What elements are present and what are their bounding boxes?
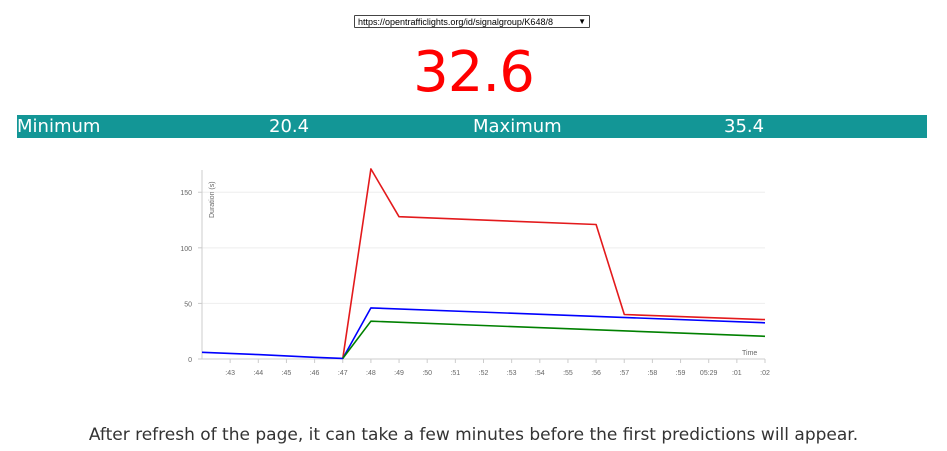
- minmax-bar: Minimum 20.4 Maximum 35.4: [17, 115, 927, 138]
- x-axis-label: Time: [742, 350, 757, 357]
- x-tick-label: :58: [648, 370, 658, 377]
- chevron-down-icon: ▼: [578, 17, 586, 26]
- x-tick-label: :49: [394, 370, 404, 377]
- signal-group-select-value: https://opentrafficlights.org/id/signalg…: [358, 16, 553, 27]
- x-tick-label: :48: [366, 370, 376, 377]
- x-tick-label: :01: [732, 370, 742, 377]
- x-tick-label: :43: [225, 370, 235, 377]
- x-tick-label: :50: [422, 370, 432, 377]
- y-tick-label: 0: [188, 357, 192, 364]
- x-tick-label: :55: [563, 370, 573, 377]
- minimum-label: Minimum: [17, 116, 101, 137]
- chart-series: [201, 168, 766, 360]
- signal-group-select[interactable]: https://opentrafficlights.org/id/signalg…: [354, 15, 590, 28]
- maximum-label: Maximum: [473, 116, 562, 137]
- duration-chart: 0 50 100 150 :43 :44 :45 :46 :47 :48 :49 :50 :51 :52…: [180, 168, 770, 377]
- x-tick-label: :02: [760, 370, 770, 377]
- x-tick-label: :46: [310, 370, 320, 377]
- x-tick-label: :54: [535, 370, 545, 377]
- prediction-value: 32.6: [413, 40, 535, 105]
- x-tick-label: 05:29: [700, 370, 718, 377]
- minimum-value: 20.4: [269, 116, 310, 137]
- x-tick-label: :52: [479, 370, 489, 377]
- y-axis-ticks: 0 50 100 150: [180, 190, 202, 364]
- y-tick-label: 100: [180, 246, 192, 253]
- x-tick-label: :56: [591, 370, 601, 377]
- x-tick-label: :44: [253, 370, 263, 377]
- series-line-2: [342, 320, 766, 359]
- x-tick-label: :53: [507, 370, 517, 377]
- refresh-notice: After refresh of the page, it can take a…: [88, 425, 859, 445]
- x-tick-label: :59: [676, 370, 686, 377]
- series-line-0: [342, 168, 766, 359]
- y-tick-label: 150: [180, 190, 192, 197]
- y-axis-label: Duration (s): [209, 181, 216, 218]
- x-tick-label: :45: [282, 370, 292, 377]
- x-tick-label: :57: [619, 370, 629, 377]
- x-tick-label: :47: [338, 370, 348, 377]
- x-tick-label: :51: [450, 370, 460, 377]
- x-axis-ticks: :43 :44 :45 :46 :47 :48 :49 :50 :51 :52 :53 :54 :55:…: [225, 359, 770, 377]
- chart-axes: [201, 170, 765, 360]
- maximum-value: 35.4: [724, 116, 765, 137]
- chart-grid: [202, 191, 765, 304]
- y-tick-label: 50: [184, 301, 192, 308]
